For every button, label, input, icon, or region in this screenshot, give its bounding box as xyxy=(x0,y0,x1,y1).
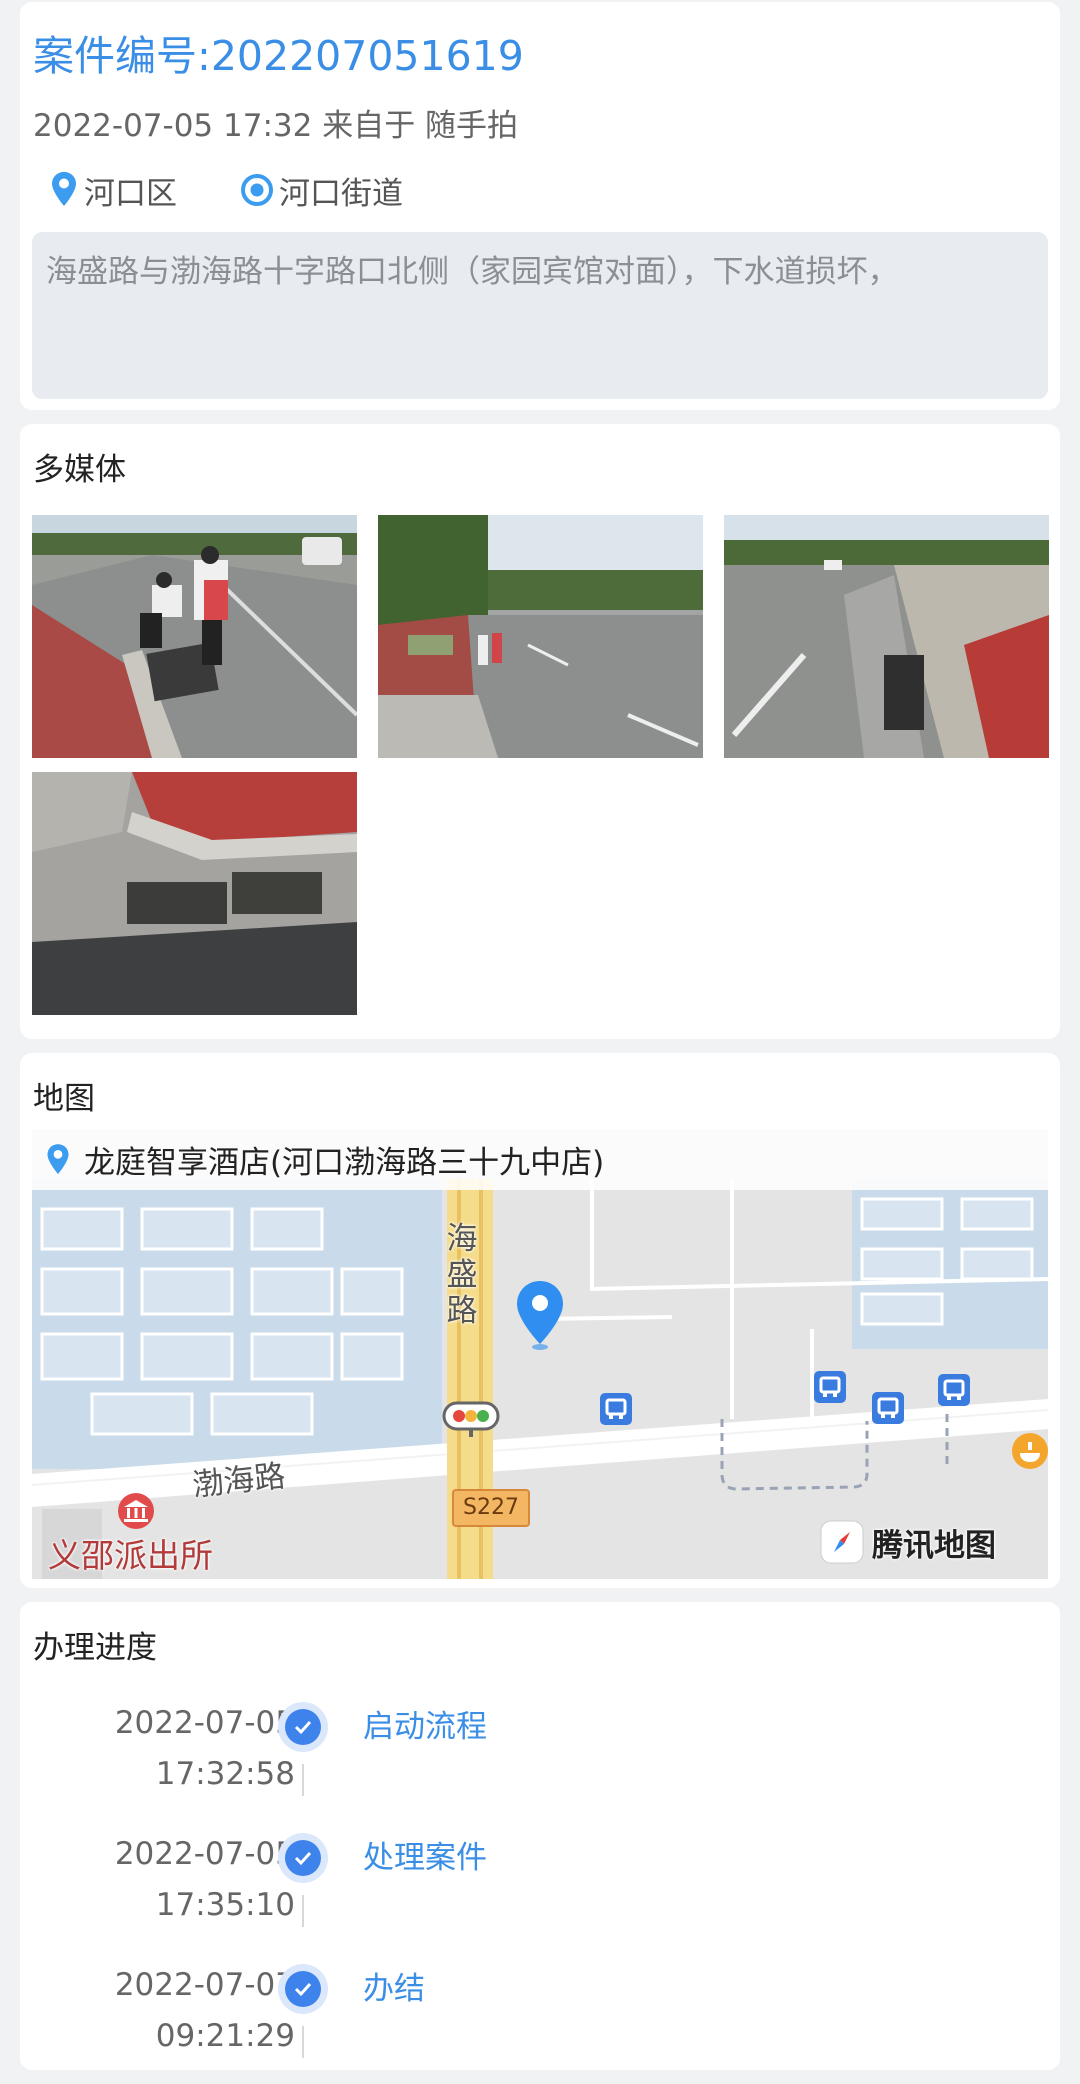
check-icon xyxy=(294,1982,312,1997)
photo-image xyxy=(724,515,1049,758)
route-badge: S227 xyxy=(452,1489,530,1527)
map-pin-icon xyxy=(47,1143,69,1174)
map-canvas xyxy=(32,1129,1048,1579)
case-info-card: 案件编号:202207051619 2022-07-05 17:32 来自于 随… xyxy=(20,2,1060,410)
step-label: 启动流程 xyxy=(363,1709,487,1745)
street-label: 河口街道 xyxy=(279,175,403,212)
compass-icon xyxy=(820,1520,864,1564)
step-time: 17:35:10 xyxy=(155,1887,295,1923)
media-card: 多媒体 xyxy=(20,424,1060,1039)
photo-image xyxy=(32,772,357,1015)
step-label: 办结 xyxy=(363,1971,425,2007)
step-datetime: 2022-07-05 17:32:58 xyxy=(115,1698,295,1800)
step-status-dot xyxy=(278,1833,328,1883)
step-status-dot xyxy=(278,1702,328,1752)
step-connector xyxy=(302,1764,304,1796)
map-provider-name: 腾讯地图 xyxy=(872,1527,996,1564)
step-date: 2022-07-05 xyxy=(114,1705,295,1741)
step-date: 2022-07-07 xyxy=(114,1967,295,2003)
media-thumbnail-2[interactable] xyxy=(378,515,703,758)
step-datetime: 2022-07-05 17:35:10 xyxy=(115,1829,295,1931)
check-icon xyxy=(294,1851,312,1866)
bus-stop-icon xyxy=(938,1374,970,1406)
traffic-light-icon xyxy=(442,1401,500,1437)
step-connector xyxy=(302,2026,304,2058)
progress-step: 2022-07-05 17:32:58 启动流程 xyxy=(20,1698,1060,1822)
bus-stop-icon xyxy=(872,1392,904,1424)
progress-step: 2022-07-07 09:21:29 办结 xyxy=(20,1960,1060,2084)
step-datetime: 2022-07-07 09:21:29 xyxy=(115,1960,295,2062)
step-date: 2022-07-05 xyxy=(114,1836,295,1872)
bus-stop-icon xyxy=(814,1371,846,1403)
step-time: 09:21:29 xyxy=(155,2018,295,2054)
case-number-title: 案件编号:202207051619 xyxy=(33,32,524,80)
police-station-icon xyxy=(118,1493,154,1529)
poi-label-police: 义邵派出所 xyxy=(48,1536,213,1575)
district-tag: 河口区 xyxy=(48,168,177,213)
map-pin-icon xyxy=(52,172,76,206)
map-view[interactable]: 龙庭智享酒店(河口渤海路三十九中店) 海盛路 渤海路 义邵派出所 S227 腾讯… xyxy=(32,1129,1048,1579)
step-label: 处理案件 xyxy=(363,1840,487,1876)
district-label: 河口区 xyxy=(84,175,177,212)
progress-card: 办理进度 2022-07-05 17:32:58 启动流程 2022-07-05… xyxy=(20,1602,1060,2070)
photo-image xyxy=(378,515,703,758)
food-poi-icon xyxy=(1012,1433,1048,1469)
road-label-haisheng: 海盛路 xyxy=(446,1221,478,1329)
photo-image xyxy=(32,515,357,758)
case-meta-line: 2022-07-05 17:32 来自于 随手拍 xyxy=(33,108,519,144)
street-tag: 河口街道 xyxy=(239,168,403,213)
target-location-icon xyxy=(241,174,273,206)
media-thumbnail-4[interactable] xyxy=(32,772,357,1015)
check-icon xyxy=(294,1720,312,1735)
case-description: 海盛路与渤海路十字路口北侧（家园宾馆对面），下水道损坏， xyxy=(32,232,1048,399)
step-connector xyxy=(302,1895,304,1927)
step-time: 17:32:58 xyxy=(155,1756,295,1792)
media-section-title: 多媒体 xyxy=(33,452,126,488)
media-thumbnail-3[interactable] xyxy=(724,515,1049,758)
map-place-name: 龙庭智享酒店(河口渤海路三十九中店) xyxy=(84,1145,605,1181)
location-row: 河口区 河口街道 xyxy=(48,168,465,212)
progress-step: 2022-07-05 17:35:10 处理案件 xyxy=(20,1829,1060,1953)
map-provider-logo: 腾讯地图 xyxy=(820,1515,1048,1569)
bus-stop-icon xyxy=(600,1393,632,1425)
step-status-dot xyxy=(278,1964,328,2014)
progress-section-title: 办理进度 xyxy=(33,1630,157,1666)
media-thumbnail-1[interactable] xyxy=(32,515,357,758)
map-card: 地图 龙庭智享酒店(河口渤海路三十九中店) 海盛路 渤海路 义邵派出所 S227… xyxy=(20,1053,1060,1588)
map-place-bar: 龙庭智享酒店(河口渤海路三十九中店) xyxy=(32,1129,1048,1190)
location-marker-icon xyxy=(517,1281,563,1350)
map-section-title: 地图 xyxy=(33,1081,95,1117)
